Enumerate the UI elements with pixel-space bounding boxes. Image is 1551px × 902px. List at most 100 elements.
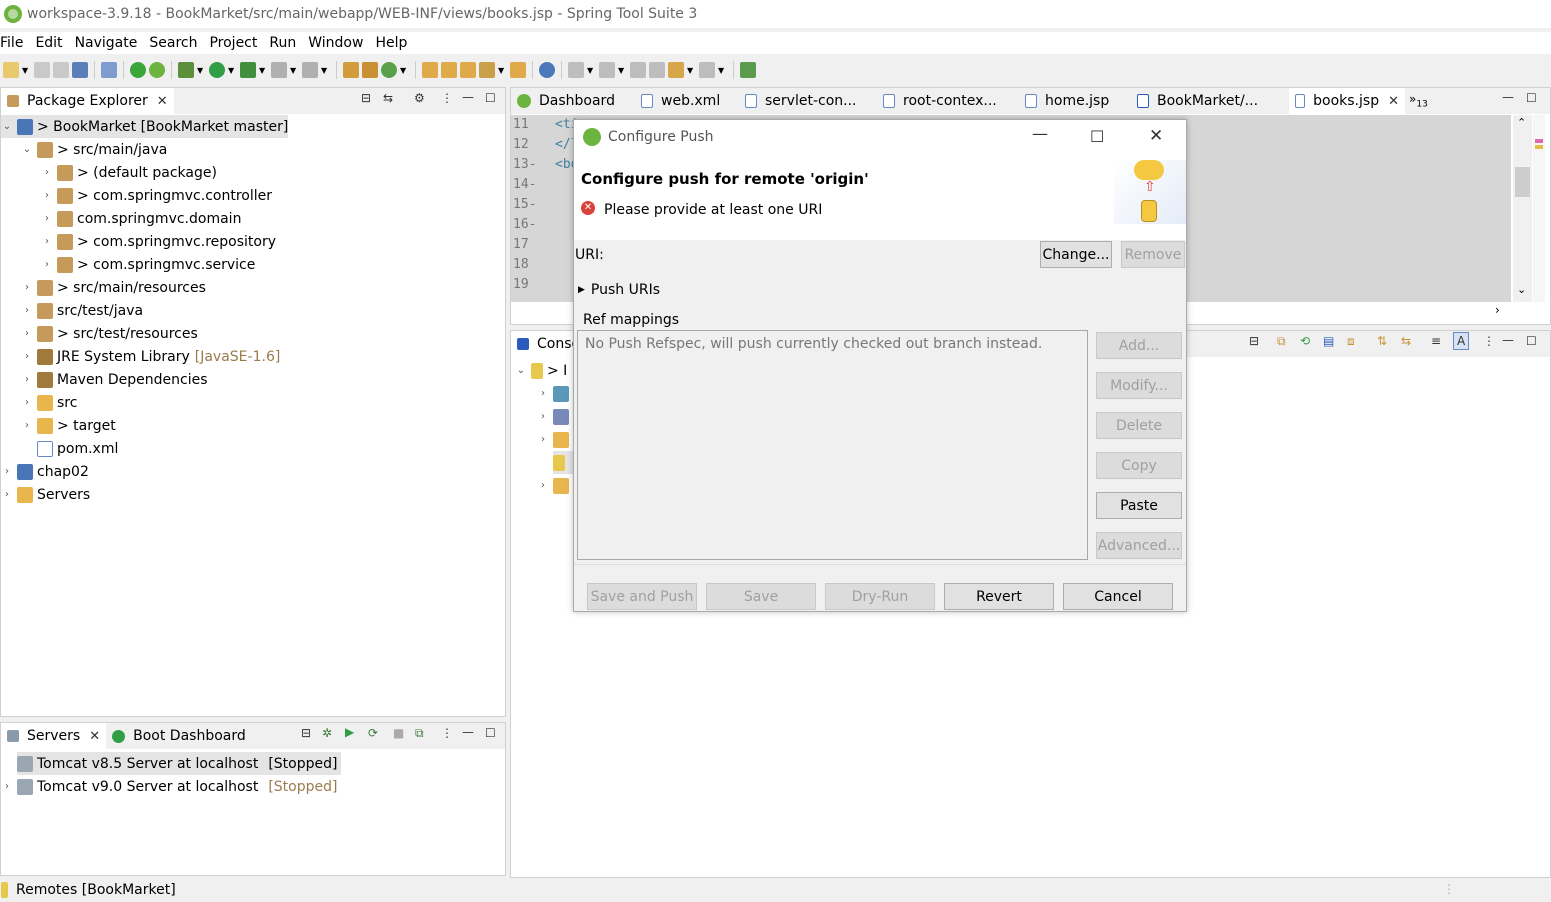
start-server-icon[interactable]: ▶ bbox=[345, 725, 354, 739]
maximize-icon[interactable]: ☐ bbox=[485, 91, 496, 105]
skip-breakpoints-icon[interactable] bbox=[101, 62, 117, 78]
chevron-right-icon[interactable]: › bbox=[41, 213, 53, 224]
maximize-icon[interactable]: ☐ bbox=[1526, 91, 1537, 105]
tab-servlet-context[interactable]: servlet-con... bbox=[739, 88, 877, 114]
chevron-down-icon[interactable]: ▼ bbox=[718, 66, 724, 75]
maximize-icon[interactable]: ☐ bbox=[1090, 127, 1104, 146]
search-icon[interactable] bbox=[479, 62, 495, 78]
tab-books-jsp[interactable]: books.jsp ✕ bbox=[1289, 88, 1405, 114]
close-icon[interactable]: ✕ bbox=[157, 94, 168, 109]
tab-bookmarket-pom[interactable]: BookMarket/... bbox=[1131, 88, 1289, 114]
chevron-down-icon[interactable]: ▼ bbox=[687, 66, 693, 75]
annotation-marker[interactable] bbox=[1535, 139, 1543, 143]
scroll-up-icon[interactable]: ⌃ bbox=[1517, 116, 1526, 129]
chevron-right-icon[interactable]: › bbox=[1, 489, 13, 500]
chevron-right-icon[interactable]: › bbox=[21, 351, 33, 362]
minimize-icon[interactable]: — bbox=[462, 90, 474, 104]
chevron-right-icon[interactable]: › bbox=[537, 388, 549, 399]
view-menu-icon[interactable]: ⋮ bbox=[1483, 334, 1495, 348]
scroll-thumb[interactable] bbox=[1515, 167, 1530, 197]
close-icon[interactable]: ✕ bbox=[89, 729, 100, 744]
tree-item[interactable]: ⌄ > BookMarket [BookMarket master] bbox=[1, 115, 289, 138]
chevron-right-icon[interactable]: › bbox=[537, 480, 549, 491]
tree-item[interactable]: › > com.springmvc.controller bbox=[41, 184, 272, 207]
chevron-down-icon[interactable]: ▼ bbox=[228, 66, 234, 75]
tree-item[interactable]: pom.xml bbox=[21, 437, 118, 460]
chevron-down-icon[interactable]: ▼ bbox=[587, 66, 593, 75]
open-task-icon[interactable] bbox=[441, 62, 457, 78]
paste-refspec-button[interactable]: Paste bbox=[1096, 492, 1182, 519]
tab-overflow-button[interactable]: »13 bbox=[1409, 92, 1428, 109]
chevron-right-icon[interactable]: › bbox=[41, 167, 53, 178]
save-and-push-button[interactable]: Save and Push bbox=[587, 583, 697, 610]
chevron-right-icon[interactable]: › bbox=[21, 282, 33, 293]
filters-icon[interactable]: ⚙ bbox=[414, 91, 425, 105]
chevron-down-icon[interactable]: ▼ bbox=[321, 66, 327, 75]
chevron-right-icon[interactable]: › bbox=[21, 397, 33, 408]
chevron-right-icon[interactable]: › bbox=[41, 236, 53, 247]
repository-row[interactable]: ⌄ > I bbox=[515, 359, 567, 382]
tree-item[interactable]: › > com.springmvc.service bbox=[41, 253, 255, 276]
previous-annotation-icon[interactable] bbox=[599, 62, 615, 78]
tree-item[interactable]: ⌄ > src/main/java bbox=[21, 138, 167, 161]
profile-server-icon[interactable]: ⟳ bbox=[368, 726, 378, 740]
view-menu-icon[interactable]: ⋮ bbox=[441, 91, 453, 105]
new-java-project-icon[interactable] bbox=[343, 62, 359, 78]
tree-item[interactable]: › > src/main/resources bbox=[21, 276, 206, 299]
open-resource-icon[interactable] bbox=[460, 62, 476, 78]
remove-uri-button[interactable]: Remove bbox=[1121, 241, 1185, 268]
run-external-icon[interactable] bbox=[240, 62, 256, 78]
menu-search[interactable]: Search bbox=[149, 35, 206, 51]
publish-icon[interactable]: ⧉ bbox=[415, 726, 424, 741]
stop-icon[interactable] bbox=[271, 62, 287, 78]
back-icon[interactable] bbox=[668, 62, 684, 78]
boot-dashboard-icon[interactable] bbox=[130, 62, 146, 78]
chevron-down-icon[interactable]: ▼ bbox=[498, 66, 504, 75]
add-repository-icon[interactable]: ⧉ bbox=[1277, 334, 1286, 349]
terminal-icon[interactable] bbox=[72, 62, 88, 78]
ref-mappings-list[interactable]: No Push Refspec, will push currently che… bbox=[577, 330, 1088, 560]
spring-icon[interactable] bbox=[149, 62, 165, 78]
chevron-right-icon[interactable]: › bbox=[1, 466, 13, 477]
menu-help[interactable]: Help bbox=[375, 35, 416, 51]
copy-refspec-button[interactable]: Copy bbox=[1096, 452, 1182, 479]
forward-icon[interactable] bbox=[699, 62, 715, 78]
tree-item[interactable]: › > target bbox=[21, 414, 116, 437]
menu-navigate[interactable]: Navigate bbox=[75, 35, 147, 51]
tree-item[interactable]: › > (default package) bbox=[41, 161, 217, 184]
link-with-editor-icon[interactable]: ⇆ bbox=[383, 91, 393, 105]
dry-run-button[interactable]: Dry-Run bbox=[825, 583, 935, 610]
menu-window[interactable]: Window bbox=[308, 35, 372, 51]
collapse-all-icon[interactable]: ⊟ bbox=[301, 726, 311, 740]
import-icon[interactable]: ⧈ bbox=[1347, 334, 1355, 349]
tree-item[interactable]: › Servers bbox=[1, 483, 90, 506]
open-type-icon[interactable] bbox=[422, 62, 438, 78]
vertical-scrollbar[interactable]: ⌃ ⌄ bbox=[1513, 115, 1532, 302]
tree-item[interactable]: › Maven Dependencies bbox=[21, 368, 208, 391]
chevron-down-icon[interactable]: ▼ bbox=[400, 66, 406, 75]
scroll-right-icon[interactable]: › bbox=[1495, 303, 1500, 317]
refresh-icon[interactable]: ⇅ bbox=[1377, 334, 1387, 348]
close-icon[interactable]: ✕ bbox=[1388, 94, 1399, 109]
chevron-right-icon[interactable]: › bbox=[41, 190, 53, 201]
open-perspective-icon[interactable] bbox=[740, 62, 756, 78]
modify-refspec-button[interactable]: Modify... bbox=[1096, 372, 1182, 399]
chevron-right-icon[interactable]: › bbox=[21, 328, 33, 339]
save-icon[interactable] bbox=[34, 62, 50, 78]
chevron-down-icon[interactable]: ⌄ bbox=[515, 365, 527, 376]
chevron-down-icon[interactable]: ▼ bbox=[259, 66, 265, 75]
chevron-right-icon[interactable]: › bbox=[1, 781, 13, 792]
server-row-tomcat85[interactable]: Tomcat v8.5 Server at localhost [Stopped… bbox=[17, 752, 342, 775]
maximize-icon[interactable]: ☐ bbox=[1526, 334, 1537, 348]
add-refspec-button[interactable]: Add... bbox=[1096, 332, 1182, 359]
menu-file[interactable]: File bbox=[0, 35, 32, 51]
advanced-button[interactable]: Advanced... bbox=[1096, 532, 1182, 559]
revert-button[interactable]: Revert bbox=[944, 583, 1054, 610]
debug-server-icon[interactable]: ✲ bbox=[322, 726, 332, 740]
chevron-right-icon[interactable]: › bbox=[21, 374, 33, 385]
server-row-tomcat90[interactable]: › Tomcat v9.0 Server at localhost [Stopp… bbox=[1, 775, 337, 798]
push-uris-section[interactable]: ▶ Push URIs bbox=[578, 282, 660, 298]
tab-home-jsp[interactable]: home.jsp bbox=[1019, 88, 1131, 114]
tab-root-context[interactable]: root-contex... bbox=[877, 88, 1019, 114]
delete-refspec-button[interactable]: Delete bbox=[1096, 412, 1182, 439]
